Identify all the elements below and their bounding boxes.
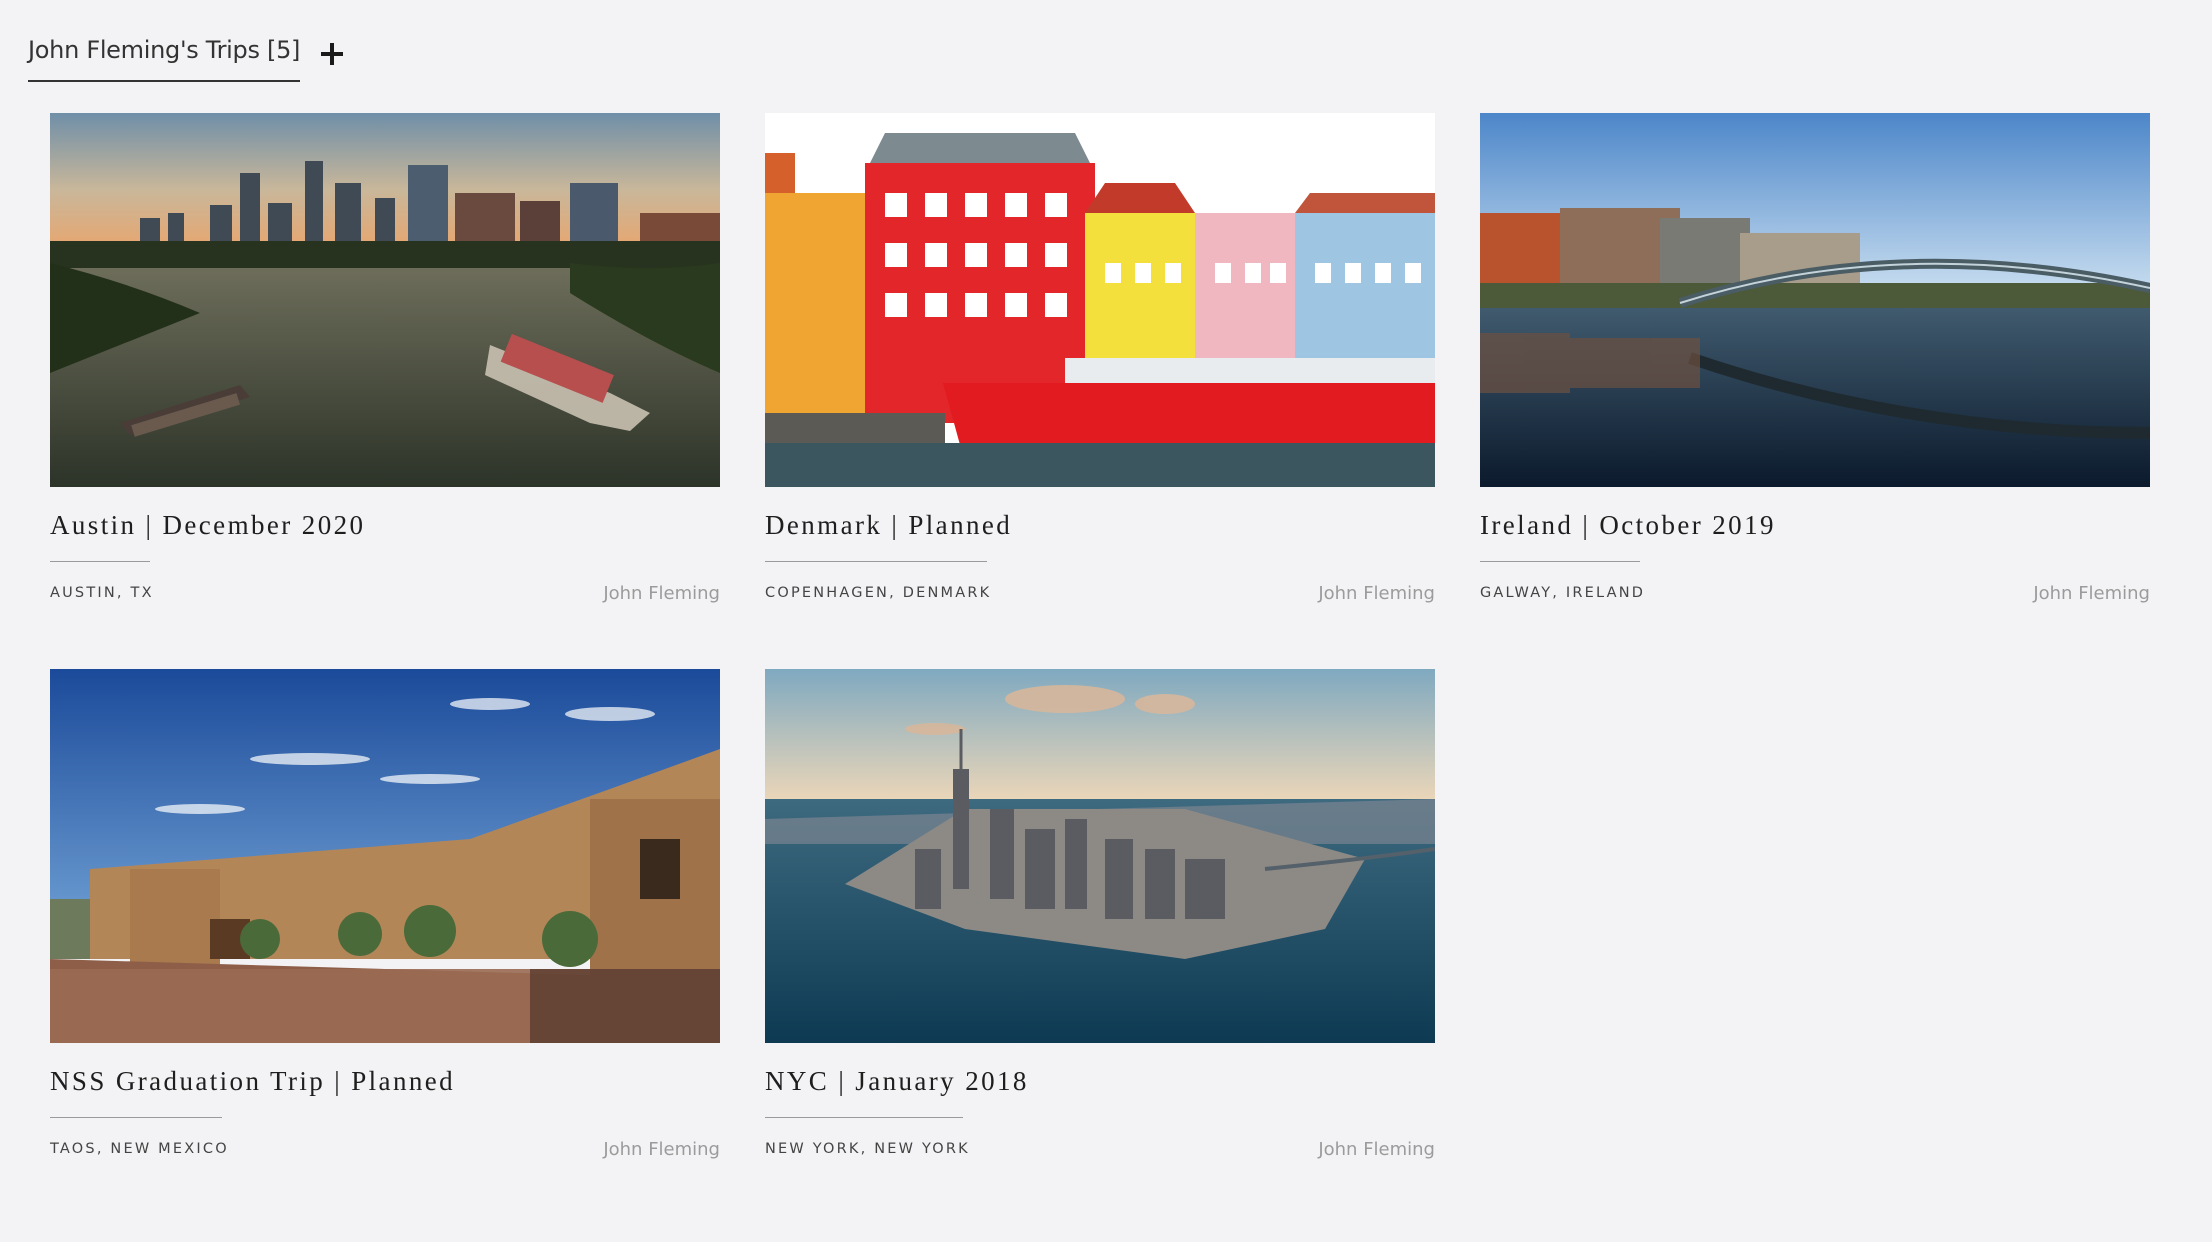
trip-location: TAOS, NEW MEXICO xyxy=(50,1141,229,1157)
title-divider xyxy=(765,561,987,562)
trip-meta: NEW YORK, NEW YORK John Fleming xyxy=(765,1137,1435,1160)
trip-owner: John Fleming xyxy=(1318,1139,1435,1160)
title-divider xyxy=(50,1117,222,1118)
trip-image-ireland[interactable] xyxy=(1480,113,2150,487)
trip-title[interactable]: Austin | December 2020 xyxy=(50,509,720,541)
title-divider xyxy=(50,561,150,562)
title-divider xyxy=(1480,561,1640,562)
trip-title[interactable]: Denmark | Planned xyxy=(765,509,1435,541)
trip-image-austin[interactable] xyxy=(50,113,720,487)
tab-my-trips[interactable]: John Fleming's Trips [5] xyxy=(28,36,300,82)
plus-icon[interactable] xyxy=(318,40,346,68)
trip-card-nyc[interactable]: NYC | January 2018 NEW YORK, NEW YORK Jo… xyxy=(765,669,1435,1225)
trip-meta: TAOS, NEW MEXICO John Fleming xyxy=(50,1137,720,1160)
trip-location: NEW YORK, NEW YORK xyxy=(765,1141,970,1157)
trip-location: COPENHAGEN, DENMARK xyxy=(765,585,992,601)
trip-card-denmark[interactable]: Denmark | Planned COPENHAGEN, DENMARK Jo… xyxy=(765,113,1435,669)
trip-title[interactable]: Ireland | October 2019 xyxy=(1480,509,2150,541)
trip-card-austin[interactable]: Austin | December 2020 AUSTIN, TX John F… xyxy=(50,113,720,669)
trip-title[interactable]: NYC | January 2018 xyxy=(765,1065,1435,1097)
trip-owner: John Fleming xyxy=(2033,583,2150,604)
trip-owner: John Fleming xyxy=(603,583,720,604)
trip-owner: John Fleming xyxy=(1318,583,1435,604)
trip-location: AUSTIN, TX xyxy=(50,585,154,601)
trip-card-taos[interactable]: NSS Graduation Trip | Planned TAOS, NEW … xyxy=(50,669,720,1225)
trip-image-nyc[interactable] xyxy=(765,669,1435,1043)
title-divider xyxy=(765,1117,963,1118)
trip-title[interactable]: NSS Graduation Trip | Planned xyxy=(50,1065,720,1097)
trip-meta: COPENHAGEN, DENMARK John Fleming xyxy=(765,581,1435,604)
trip-card-ireland[interactable]: Ireland | October 2019 GALWAY, IRELAND J… xyxy=(1480,113,2150,669)
trip-owner: John Fleming xyxy=(603,1139,720,1160)
trips-tab-bar: John Fleming's Trips [5] xyxy=(28,36,346,84)
trips-grid: Austin | December 2020 AUSTIN, TX John F… xyxy=(50,113,2150,1225)
trip-image-taos[interactable] xyxy=(50,669,720,1043)
trip-meta: AUSTIN, TX John Fleming xyxy=(50,581,720,604)
trip-location: GALWAY, IRELAND xyxy=(1480,585,1646,601)
trip-meta: GALWAY, IRELAND John Fleming xyxy=(1480,581,2150,604)
trip-image-denmark[interactable] xyxy=(765,113,1435,487)
